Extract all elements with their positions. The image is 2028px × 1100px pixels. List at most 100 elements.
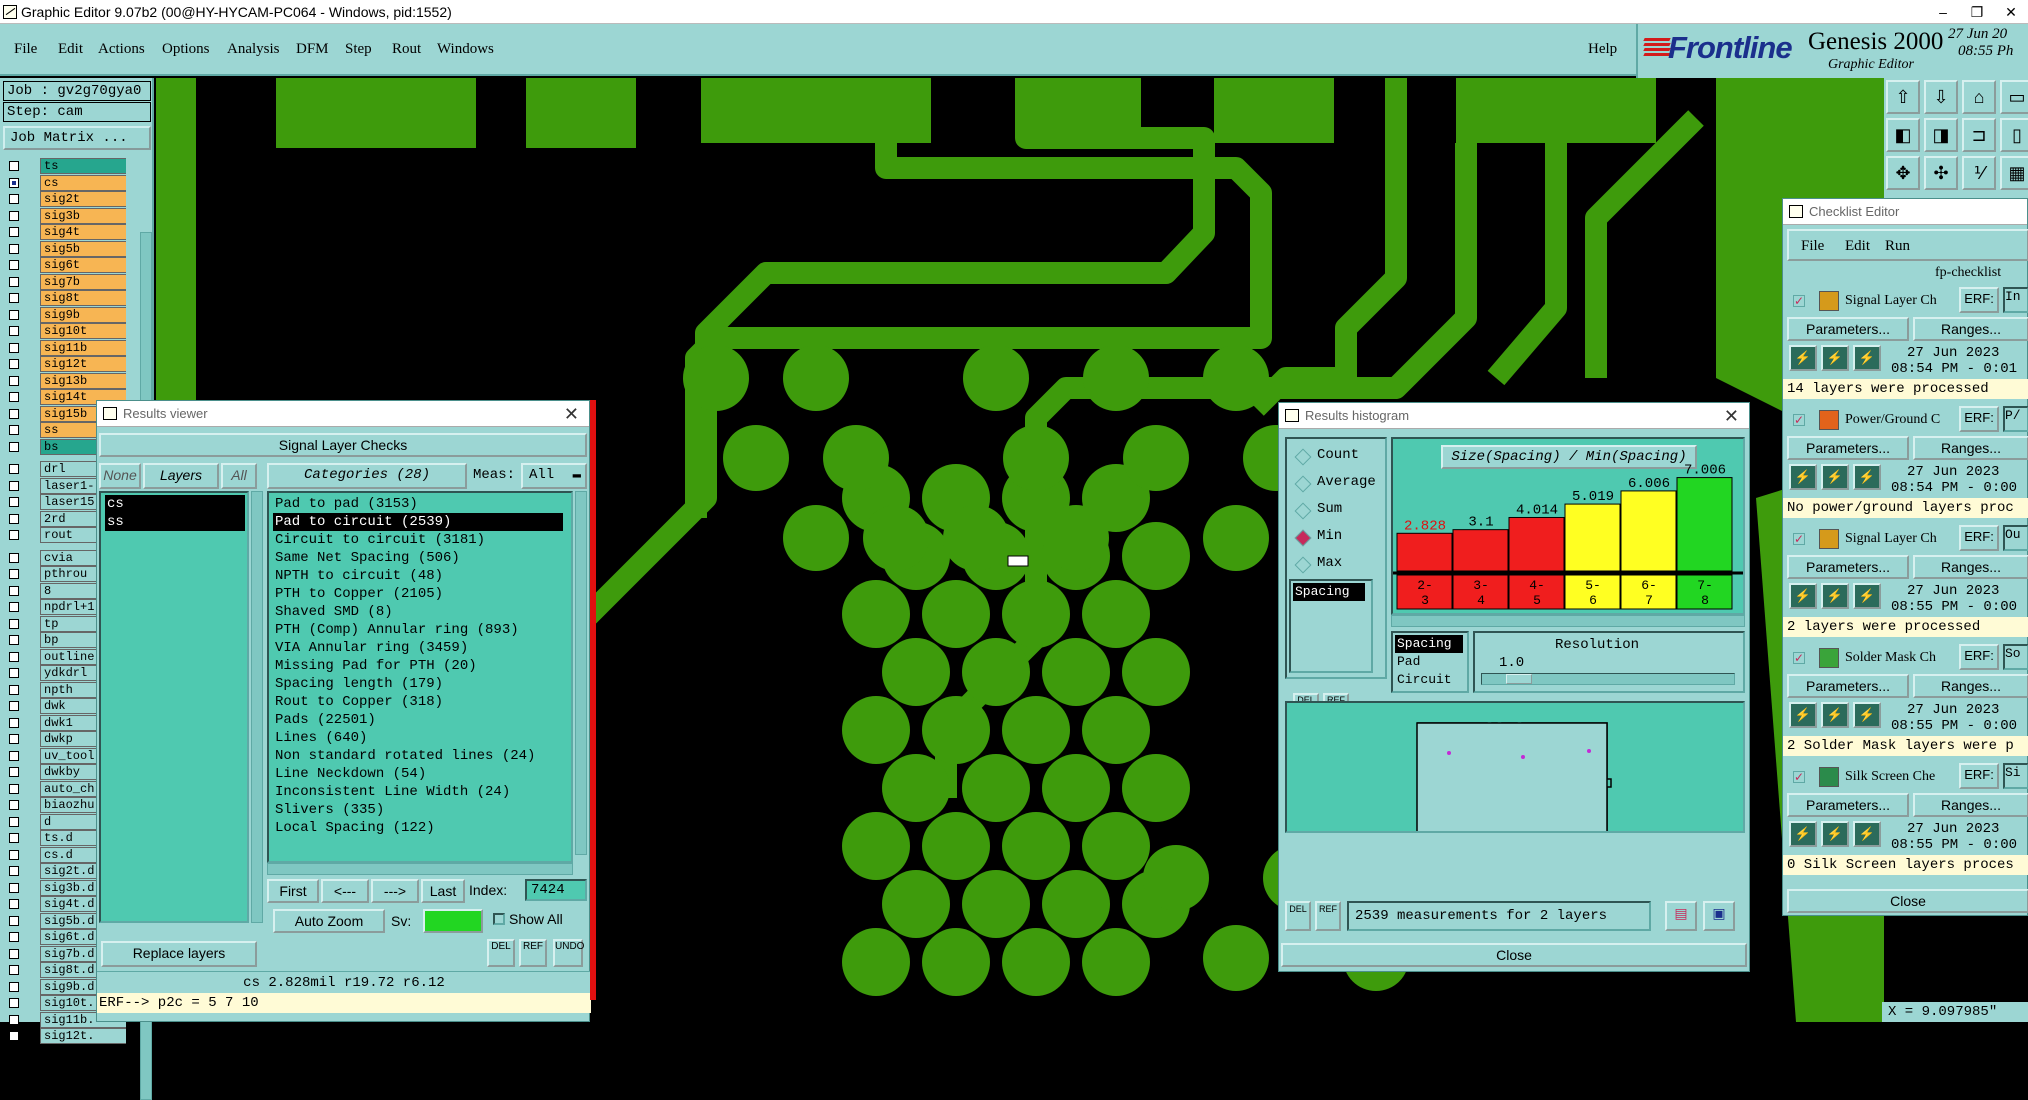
layers-tab[interactable]: Layers: [143, 463, 219, 489]
layer-checkbox[interactable]: [9, 783, 19, 794]
checklist-item-checkbox[interactable]: ✓: [1793, 771, 1805, 783]
mode-radio[interactable]: [1294, 556, 1312, 574]
group-item-spacing[interactable]: Spacing: [1395, 635, 1463, 653]
layer-checkbox[interactable]: [9, 816, 19, 827]
layer-name[interactable]: sig12t.: [40, 1028, 126, 1044]
run-check-icon[interactable]: ⚡: [1789, 345, 1817, 371]
menu-rout[interactable]: Rout: [392, 41, 421, 58]
layer-name[interactable]: sig12t: [40, 356, 126, 372]
layer-row[interactable]: sig7b: [4, 273, 126, 290]
layer-checkbox[interactable]: [9, 635, 19, 645]
layer-checkbox[interactable]: [9, 513, 19, 524]
run-check-icon[interactable]: ⚡: [1789, 583, 1817, 609]
layer-row[interactable]: sig3b: [4, 207, 126, 224]
checklist-erf-field[interactable]: So: [2003, 644, 2028, 670]
category-item[interactable]: Spacing length (179): [273, 675, 563, 693]
layer-checkbox[interactable]: [9, 899, 19, 909]
layer-checkbox[interactable]: [9, 243, 19, 254]
parameters-button[interactable]: Parameters...: [1787, 793, 1909, 817]
category-item[interactable]: Pads (22501): [273, 711, 563, 729]
checklist-item-checkbox[interactable]: ✓: [1793, 295, 1805, 307]
board-preview[interactable]: [1285, 701, 1745, 843]
chart-icon[interactable]: ▤: [1665, 901, 1697, 931]
layer-checkbox[interactable]: [9, 227, 19, 237]
layer-checkbox[interactable]: [9, 293, 19, 303]
ranges-button[interactable]: Ranges...: [1913, 436, 2028, 460]
window-icon[interactable]: ▭: [2000, 80, 2028, 114]
layer-name[interactable]: sig10t: [40, 323, 126, 339]
show-all-checkbox[interactable]: [493, 913, 505, 925]
layer-checkbox[interactable]: [9, 1014, 19, 1025]
layer-results-list[interactable]: cs ss: [99, 491, 249, 923]
layer-checkbox[interactable]: [9, 915, 19, 926]
layer-checkbox[interactable]: [9, 326, 19, 336]
layer-name[interactable]: sig13b: [40, 372, 126, 389]
layer-checkbox[interactable]: [9, 480, 19, 491]
replace-layers-dropdown[interactable]: Replace layers: [101, 941, 257, 967]
layer-row[interactable]: sig12t: [4, 356, 126, 372]
layer-checkbox[interactable]: [9, 552, 19, 563]
index-input[interactable]: 7424: [525, 879, 587, 901]
layer-checkbox[interactable]: [9, 965, 19, 975]
ranges-button[interactable]: Ranges...: [1913, 793, 2028, 817]
undo-button[interactable]: UNDO: [553, 939, 584, 967]
layer-checkbox[interactable]: [9, 750, 19, 761]
layer-checkbox[interactable]: [9, 998, 19, 1008]
parameters-button[interactable]: Parameters...: [1787, 674, 1909, 698]
run-next-icon[interactable]: ⚡: [1821, 821, 1849, 847]
last-button[interactable]: Last: [421, 879, 465, 903]
layer-name[interactable]: sig9b: [40, 306, 126, 323]
layer-checkbox[interactable]: [9, 408, 19, 419]
checklist-erf-field[interactable]: Ou: [2003, 525, 2028, 551]
menu-file[interactable]: File: [14, 41, 37, 58]
mode-list[interactable]: Spacing: [1289, 579, 1373, 673]
mode-radio[interactable]: [1294, 529, 1312, 547]
checklist-erf-field[interactable]: Si: [2003, 763, 2028, 789]
layer-checkbox[interactable]: [9, 734, 19, 744]
layer-checkbox[interactable]: [9, 342, 19, 353]
layer-checkbox[interactable]: [9, 800, 19, 810]
checklist-erf-field[interactable]: P/: [2003, 406, 2028, 432]
layer-name[interactable]: sig5b: [40, 240, 126, 257]
ranges-button[interactable]: Ranges...: [1913, 317, 2028, 341]
checklist-item-checkbox[interactable]: ✓: [1793, 533, 1805, 545]
layer-name[interactable]: sig6t: [40, 257, 126, 273]
pan-left-icon[interactable]: ◧: [1886, 118, 1920, 152]
layer-checkbox[interactable]: [9, 866, 19, 876]
menu-actions[interactable]: Actions: [98, 41, 145, 58]
checklist-menu-run[interactable]: Run: [1885, 238, 1910, 255]
close-icon[interactable]: ✕: [1724, 403, 1739, 429]
layer-row[interactable]: sig4t: [4, 224, 126, 240]
category-item[interactable]: Inconsistent Line Width (24): [273, 783, 563, 801]
layer-row[interactable]: sig2t: [4, 191, 126, 207]
sv-color-dropdown[interactable]: [423, 909, 483, 933]
del-button[interactable]: DEL: [487, 939, 515, 967]
layer-row[interactable]: sig5b: [4, 240, 126, 257]
layer-checkbox[interactable]: [9, 309, 19, 320]
pan-right-icon[interactable]: ◨: [1924, 118, 1958, 152]
upload-icon[interactable]: ⇧: [1886, 80, 1920, 114]
checklist-item-checkbox[interactable]: ✓: [1793, 414, 1805, 426]
category-item[interactable]: Local Spacing (122): [273, 819, 563, 837]
ratio-icon[interactable]: ⅟: [1962, 156, 1996, 190]
layer-row[interactable]: sig9b: [4, 306, 126, 323]
ref-button[interactable]: REF: [519, 939, 547, 967]
layer-checkbox[interactable]: [9, 585, 19, 596]
zoom-in-icon[interactable]: ✣: [1924, 156, 1958, 190]
layer-checkbox[interactable]: [9, 618, 19, 629]
category-item[interactable]: Missing Pad for PTH (20): [273, 657, 563, 675]
checklist-item-checkbox[interactable]: ✓: [1793, 652, 1805, 664]
layer-checkbox[interactable]: [9, 276, 19, 287]
show-results-icon[interactable]: ⚡: [1853, 821, 1881, 847]
mode-radio[interactable]: [1294, 475, 1312, 493]
category-item[interactable]: PTH to Copper (2105): [273, 585, 563, 603]
checklist-erf-field[interactable]: In: [2003, 287, 2028, 313]
layer-checkbox[interactable]: [9, 849, 19, 860]
close-button[interactable]: ✕: [1994, 0, 2028, 24]
job-matrix-button[interactable]: Job Matrix ...: [3, 126, 151, 150]
group-item-circuit[interactable]: Circuit: [1395, 671, 1463, 689]
layer-checkbox[interactable]: [9, 717, 19, 728]
run-check-icon[interactable]: ⚡: [1789, 702, 1817, 728]
layer-row[interactable]: ts: [4, 158, 126, 174]
run-check-icon[interactable]: ⚡: [1789, 464, 1817, 490]
